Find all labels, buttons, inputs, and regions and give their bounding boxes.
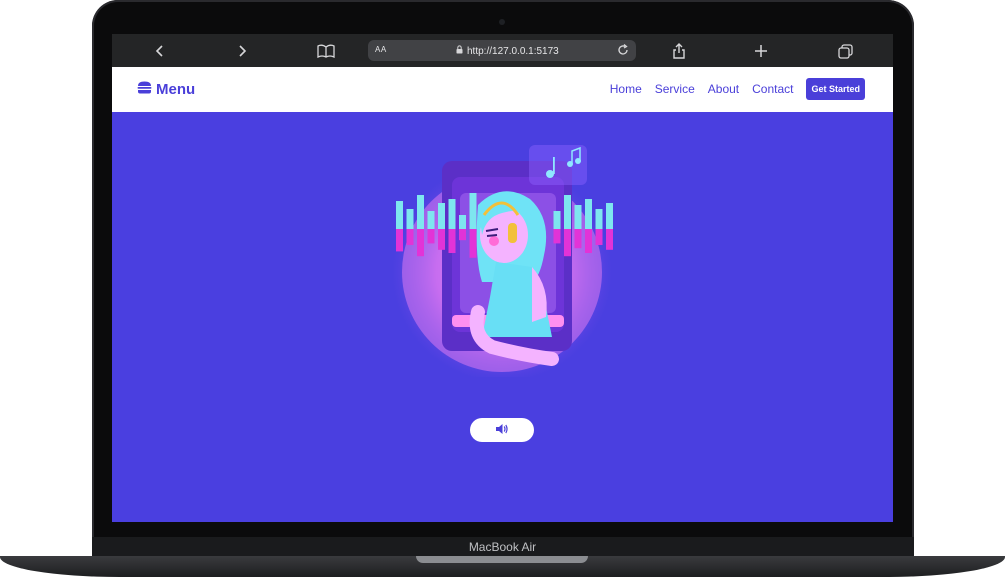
nav-link-about[interactable]: About: [708, 82, 739, 96]
burger-icon: [137, 81, 152, 98]
equalizer-bar-reflection: [595, 229, 603, 245]
nav-links: Home Service About Contact Get Started: [610, 78, 865, 100]
brand-menu[interactable]: Menu: [137, 81, 195, 98]
equalizer-bar-reflection: [448, 229, 456, 253]
tabs-icon[interactable]: [834, 40, 856, 62]
nav-link-service[interactable]: Service: [655, 82, 695, 96]
reload-icon[interactable]: [616, 43, 630, 57]
equalizer-bar: [606, 203, 613, 229]
device-label: MacBook Air: [468, 540, 537, 554]
hero-section: [112, 112, 893, 522]
equalizer-bar: [574, 205, 582, 229]
url-text: http://127.0.0.1:5173: [467, 45, 559, 57]
equalizer-bar: [448, 199, 456, 229]
site-navbar: Menu Home Service About Contact Get Star…: [112, 67, 893, 112]
nav-link-home[interactable]: Home: [610, 82, 642, 96]
nav-link-contact[interactable]: Contact: [752, 82, 793, 96]
equalizer-bar-reflection: [438, 229, 445, 250]
equalizer-bar-reflection: [564, 229, 571, 257]
speaker-icon: [495, 423, 509, 438]
equalizer-bar-reflection: [427, 229, 435, 244]
equalizer-bar-reflection: [396, 229, 403, 252]
equalizer-bar: [553, 211, 561, 229]
equalizer-bar: [595, 209, 603, 229]
get-started-button[interactable]: Get Started: [806, 78, 865, 100]
equalizer-bar-reflection: [574, 229, 582, 249]
book-icon[interactable]: [315, 40, 337, 62]
share-icon[interactable]: [668, 40, 690, 62]
equalizer-bar: [406, 209, 414, 229]
girl-headphones-illustration: [392, 145, 613, 377]
sound-toggle-button[interactable]: [470, 418, 534, 442]
lock-icon: [456, 45, 463, 57]
equalizer-bar-reflection: [459, 229, 466, 241]
equalizer-bar-reflection: [417, 229, 424, 257]
plus-icon[interactable]: [750, 40, 772, 62]
equalizer-bar: [585, 199, 592, 229]
equalizer-bar: [438, 203, 445, 229]
equalizer-bar-reflection: [585, 229, 592, 253]
back-icon[interactable]: [149, 40, 171, 62]
equalizer-bar-reflection: [406, 229, 414, 245]
equalizer-bar: [427, 211, 435, 229]
equalizer-bar: [564, 195, 571, 229]
address-bar[interactable]: AA http://127.0.0.1:5173: [368, 40, 636, 61]
equalizer-bar: [469, 193, 477, 229]
brand-label: Menu: [156, 81, 196, 98]
equalizer-bar-reflection: [606, 229, 613, 250]
browser-toolbar: AA http://127.0.0.1:5173: [112, 34, 893, 67]
forward-icon[interactable]: [231, 40, 253, 62]
camera: [499, 19, 505, 25]
equalizer-bar: [459, 215, 466, 229]
equalizer-bar-reflection: [553, 229, 561, 244]
equalizer-bar: [417, 195, 424, 229]
screen: AA http://127.0.0.1:5173 Menu Home Servi…: [112, 34, 893, 522]
equalizer-bar: [396, 201, 403, 229]
text-size-button[interactable]: AA: [375, 45, 387, 54]
equalizer-bar-reflection: [469, 229, 477, 258]
laptop-notch: [416, 556, 588, 563]
